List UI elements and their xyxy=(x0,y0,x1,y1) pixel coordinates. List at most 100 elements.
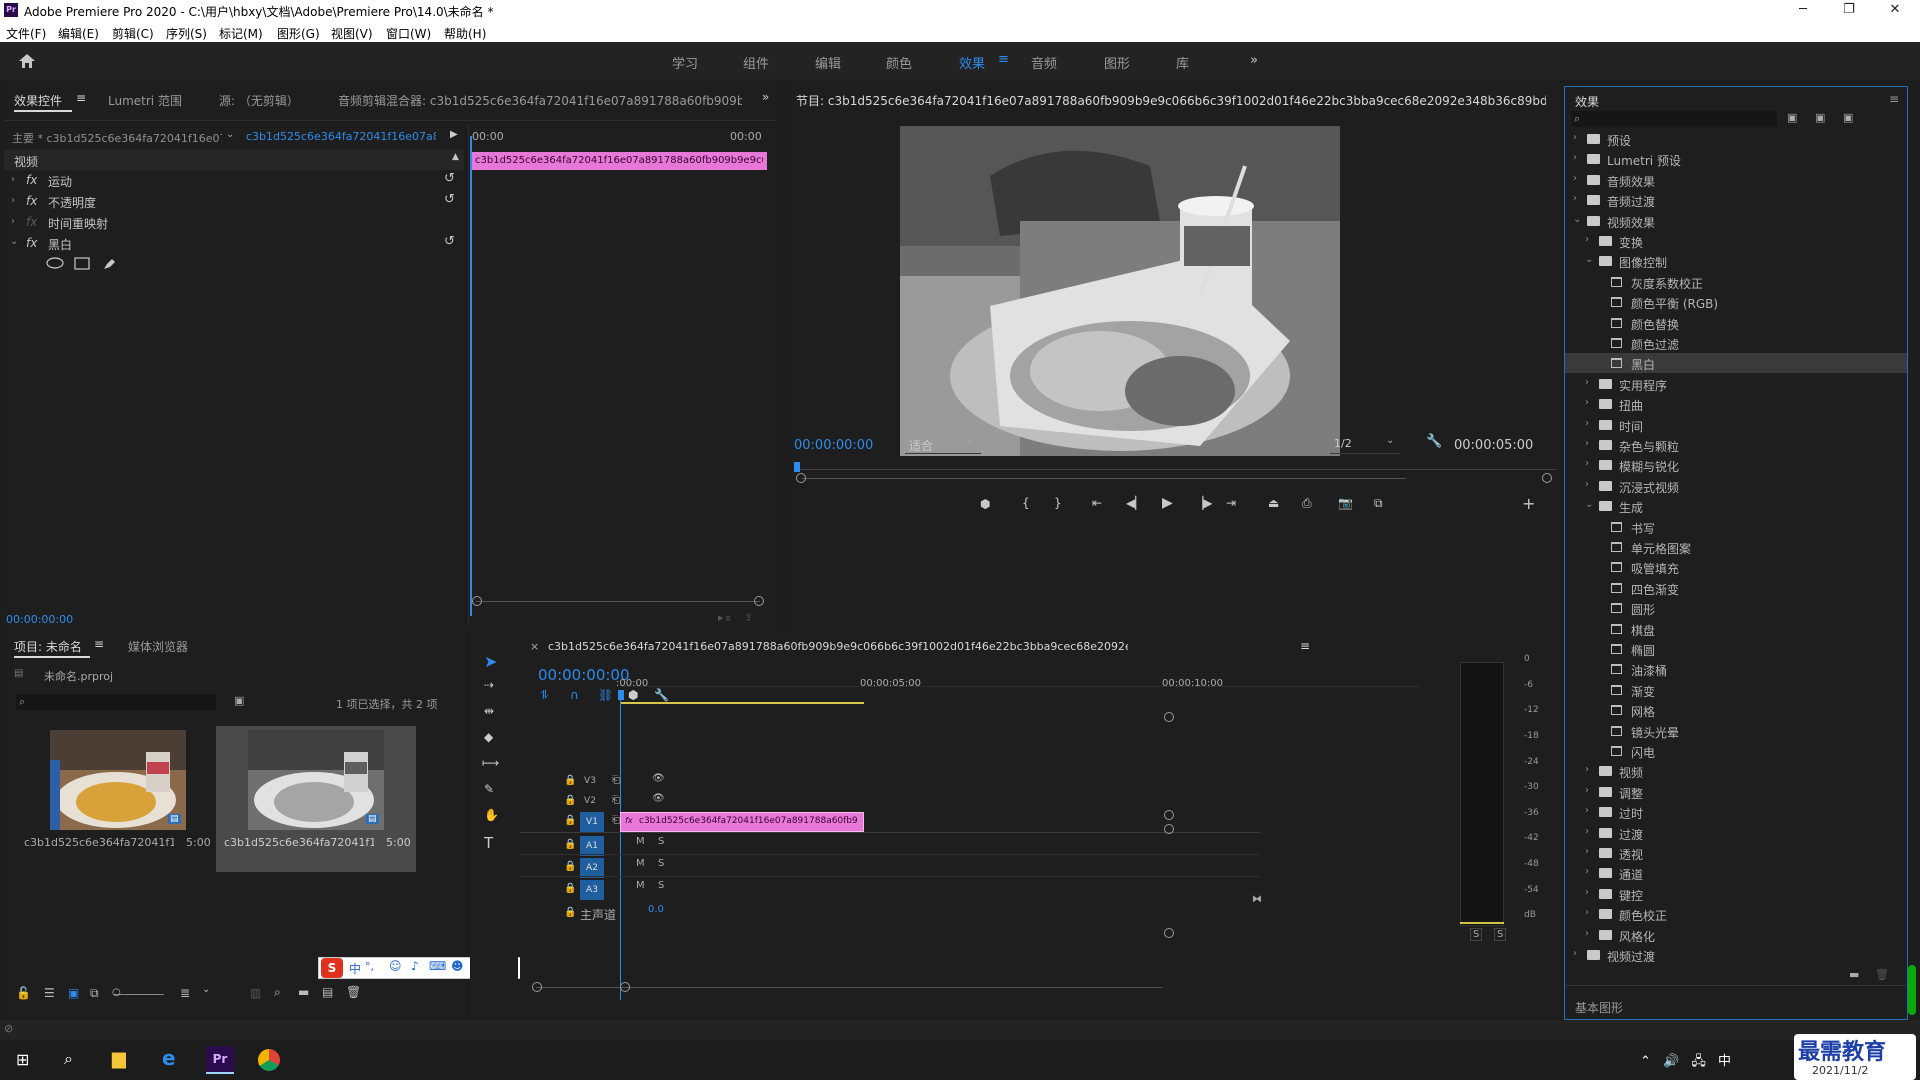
effect-folder[interactable]: › 音频过渡 xyxy=(1565,190,1907,210)
effect-item[interactable]: 书写 xyxy=(1565,517,1907,537)
effect-folder[interactable]: › 键控 xyxy=(1565,884,1907,904)
workspace-tab-effects[interactable]: 效果 xyxy=(959,53,985,72)
expand-chevron-icon[interactable]: › xyxy=(1585,846,1589,857)
go-to-out-icon[interactable]: ⇥ xyxy=(1226,496,1236,510)
workspace-tab-assembly[interactable]: 组件 xyxy=(743,53,769,72)
collapse-chevron-icon[interactable]: ⌄ xyxy=(1573,214,1581,225)
pen-mask-icon[interactable] xyxy=(102,256,118,271)
effect-item[interactable]: 闪电 xyxy=(1565,741,1907,761)
program-timecode[interactable]: 00:00:00:00 xyxy=(794,438,873,453)
master-dropdown-chevron-icon[interactable]: ⌄ xyxy=(226,129,234,140)
effect-item[interactable]: 黑白 xyxy=(1565,353,1907,374)
program-playhead[interactable] xyxy=(794,462,800,472)
add-marker-icon[interactable]: ⬢ xyxy=(628,688,638,702)
expand-chevron-icon[interactable]: › xyxy=(1585,785,1589,796)
expand-chevron-icon[interactable]: › xyxy=(1585,826,1589,837)
export-frame-camera-icon[interactable]: 📷 xyxy=(1338,496,1353,510)
eye-icon[interactable]: 👁 xyxy=(652,793,665,804)
panel-menu-icon[interactable]: ≡ xyxy=(94,637,104,651)
play-icon[interactable]: ▶ xyxy=(1162,495,1173,511)
menu-view[interactable]: 视图(V) xyxy=(331,25,373,42)
solo-s-button[interactable]: S xyxy=(658,880,664,891)
menu-file[interactable]: 文件(F) xyxy=(6,25,46,42)
expand-chevron-icon[interactable]: › xyxy=(1585,866,1589,877)
ripple-edit-tool-icon[interactable]: ⇹ xyxy=(484,704,494,718)
effect-item[interactable]: 网格 xyxy=(1565,700,1907,720)
menu-sequence[interactable]: 序列(S) xyxy=(166,25,207,42)
effect-item[interactable]: 油漆桶 xyxy=(1565,659,1907,679)
ellipse-mask-icon[interactable] xyxy=(46,257,64,269)
tab-audio-clip-mixer[interactable]: 音频剪辑混合器: c3b1d525c6e364fa72041f16e07a891… xyxy=(338,92,742,109)
freeform-view-icon[interactable]: ⧉ xyxy=(90,986,99,1001)
home-icon[interactable] xyxy=(18,53,36,69)
mute-m-button[interactable]: M xyxy=(636,880,645,891)
play-only-clip-icon[interactable]: ▶ xyxy=(450,129,458,140)
zoom-handle-right[interactable] xyxy=(620,982,630,992)
premiere-taskbar-icon[interactable]: Pr xyxy=(206,1046,234,1074)
effect-folder[interactable]: › 过时 xyxy=(1565,802,1907,822)
expand-chevron-icon[interactable]: › xyxy=(1585,418,1589,429)
effect-item[interactable]: 单元格图案 xyxy=(1565,537,1907,557)
effect-folder[interactable]: › 预设 xyxy=(1565,129,1907,149)
step-back-icon[interactable]: ◀▏ xyxy=(1126,496,1144,510)
expand-chevron-icon[interactable]: › xyxy=(1573,173,1577,184)
solo-s-button[interactable]: S xyxy=(658,858,664,869)
close-button[interactable]: ✕ xyxy=(1872,0,1918,22)
lock-icon[interactable]: 🔓 xyxy=(16,986,31,1000)
ec-playhead[interactable] xyxy=(470,136,472,616)
effect-row-time-remap[interactable]: › fx 时间重映射 xyxy=(4,212,464,232)
effect-folder[interactable]: › 杂色与颗粒 xyxy=(1565,435,1907,455)
settings-wrench-icon[interactable]: 🔧 xyxy=(1426,434,1442,449)
effect-item[interactable]: 颜色过滤 xyxy=(1565,333,1907,353)
effect-folder[interactable]: › 透视 xyxy=(1565,843,1907,863)
effects-search-input[interactable]: ⌕ xyxy=(1571,111,1777,127)
master-volume-value[interactable]: 0.0 xyxy=(648,904,664,915)
effect-row-motion[interactable]: › fx 运动 ↺ xyxy=(4,170,464,190)
workspace-tab-audio[interactable]: 音频 xyxy=(1031,53,1057,72)
timeline-playhead[interactable] xyxy=(620,700,621,1000)
effect-folder[interactable]: › 风格化 xyxy=(1565,925,1907,945)
minimize-button[interactable]: ─ xyxy=(1780,0,1826,22)
add-marker-icon[interactable]: ⬢ xyxy=(980,497,990,511)
go-to-in-icon[interactable]: ⇤ xyxy=(1092,496,1102,510)
effect-row-black-white[interactable]: ⌄ fx 黑白 ↺ xyxy=(4,233,464,253)
menu-edit[interactable]: 编辑(E) xyxy=(58,25,99,42)
tab-project[interactable]: 项目: 未命名 xyxy=(14,638,82,655)
nest-icon[interactable]: ⥮ xyxy=(540,688,549,703)
solo-right-button[interactable]: S xyxy=(1494,928,1507,941)
effect-folder[interactable]: ⌄ 生成 xyxy=(1565,496,1907,516)
zoom-handle-left[interactable] xyxy=(796,473,806,483)
program-video-frame[interactable] xyxy=(900,126,1340,456)
effect-item[interactable]: 灰度系数校正 xyxy=(1565,272,1907,292)
resolution-dropdown[interactable]: 1/2 ⌄ xyxy=(1330,434,1400,454)
effect-item[interactable]: 椭圆 xyxy=(1565,639,1907,659)
vertical-zoom-handle[interactable] xyxy=(1164,712,1174,722)
panel-menu-icon[interactable]: ≡ xyxy=(1889,92,1899,106)
reset-icon[interactable]: ↺ xyxy=(444,192,455,207)
zoom-handle-right[interactable] xyxy=(754,596,764,606)
expand-chevron-icon[interactable]: › xyxy=(1573,152,1577,163)
sort-icon[interactable]: ≣ xyxy=(180,986,190,1000)
zoom-handle-left[interactable] xyxy=(532,982,542,992)
effect-item[interactable]: 镜头光晕 xyxy=(1565,721,1907,741)
expand-chevron-icon[interactable]: › xyxy=(1585,764,1589,775)
mute-m-button[interactable]: M xyxy=(636,836,645,847)
type-tool-icon[interactable]: T xyxy=(484,834,493,852)
zoom-handle-left[interactable] xyxy=(472,596,482,606)
volume-icon[interactable]: 🔊 xyxy=(1663,1054,1679,1069)
expand-chevron-icon[interactable]: › xyxy=(1573,948,1577,959)
chrome-icon[interactable] xyxy=(258,1049,280,1071)
tab-lumetri-scopes[interactable]: Lumetri 范围 xyxy=(108,92,182,109)
effect-folder[interactable]: › 过渡 xyxy=(1565,823,1907,843)
menu-help[interactable]: 帮助(H) xyxy=(444,25,486,42)
effect-folder[interactable]: › 通道 xyxy=(1565,863,1907,883)
effect-folder[interactable]: › 实用程序 xyxy=(1565,374,1907,394)
effect-item[interactable]: 四色渐变 xyxy=(1565,578,1907,598)
effect-folder[interactable]: › 时间 xyxy=(1565,415,1907,435)
slip-tool-icon[interactable]: ⟼ xyxy=(482,756,499,770)
collapse-chevron-icon[interactable]: ⌄ xyxy=(1585,499,1593,510)
effect-row-opacity[interactable]: › fx 不透明度 ↺ xyxy=(4,191,464,211)
effect-folder[interactable]: ⌄ 图像控制 xyxy=(1565,251,1907,271)
icon-view-icon[interactable]: ▣ xyxy=(68,986,79,1000)
selection-tool-icon[interactable]: ➤ xyxy=(484,652,497,671)
